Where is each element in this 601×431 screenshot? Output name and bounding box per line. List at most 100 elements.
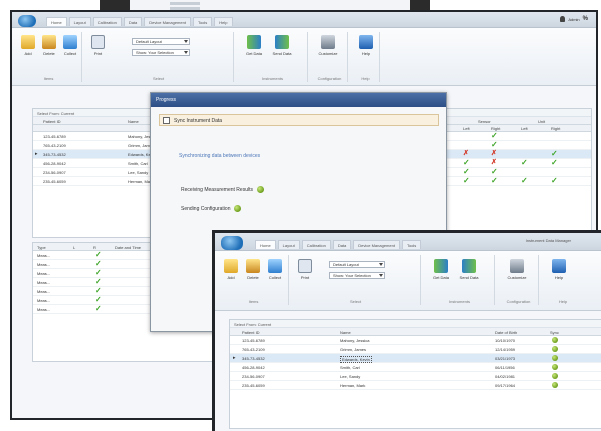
user-area[interactable]: Admin % <box>560 16 588 22</box>
tab-data[interactable]: Data <box>123 17 143 26</box>
tools-icon <box>510 259 524 273</box>
ribbon-group-items: Add Delete Collect Items <box>16 32 82 82</box>
sync-status-icon <box>552 355 558 361</box>
cell-patient-id: 234-56-0907 <box>43 170 66 175</box>
column-header-name[interactable]: Name <box>340 330 351 335</box>
grid-title: Select From: Current <box>230 320 601 328</box>
cell-name: Lee, Sandy <box>128 170 149 175</box>
get-data-button[interactable]: Get Data <box>244 35 264 56</box>
group-label-select: Select <box>152 76 165 81</box>
ribbon-group-instruments: Get Data Send Data Instruments <box>238 32 308 82</box>
help-button[interactable]: Help <box>549 259 569 280</box>
check-icon: ✓ <box>463 176 470 185</box>
customize-label: Customize <box>318 51 338 56</box>
send-data-button[interactable]: Send Data <box>459 259 479 280</box>
tab-tools[interactable]: Tools <box>401 240 422 249</box>
cross-icon: ✗ <box>491 150 497 157</box>
ribbon-group-help: Help Help <box>543 255 583 305</box>
add-button[interactable]: Add <box>18 35 38 56</box>
ribbon-group-select: Print Default Layout Show: Your Selectio… <box>291 255 421 305</box>
column-header-type[interactable]: Type <box>37 245 46 250</box>
show-dropdown[interactable]: Show: Your Selection <box>132 49 190 56</box>
tab-calibration[interactable]: Calibration <box>92 17 122 26</box>
tab-home[interactable]: Home <box>46 17 67 26</box>
step-label: Receiving Measurement Results <box>181 186 253 193</box>
cell-dob: 06/11/1956 <box>495 365 515 370</box>
send-data-button[interactable]: Send Data <box>272 35 292 56</box>
sync-status-icon <box>552 373 558 379</box>
sync-status-icon <box>552 364 558 370</box>
layout-dropdown-value: Default Layout <box>333 262 359 267</box>
column-header-sensor: Sensor <box>478 119 491 124</box>
dialog-step: Receiving Measurement Results <box>181 186 264 193</box>
front-window-body: Home Layout Calibration Data Device Manageme… <box>215 233 601 431</box>
column-header-date-time[interactable]: Date and Time <box>115 245 141 250</box>
tab-layout[interactable]: Layout <box>68 17 91 26</box>
cell-dob: 04/02/1981 <box>495 374 516 379</box>
table-row[interactable]: 123-45-6789 Mahony, Jessica 10/10/1970 <box>230 336 601 345</box>
column-header-patient-id[interactable]: Patient ID <box>242 330 260 335</box>
sync-status-icon <box>552 346 558 352</box>
get-data-button[interactable]: Get Data <box>431 259 451 280</box>
print-button[interactable]: Print <box>295 259 315 280</box>
delete-button[interactable]: Delete <box>39 35 59 56</box>
column-header-dob[interactable]: Date of Birth <box>495 330 517 335</box>
show-dropdown[interactable]: Show: Your Selection <box>329 272 385 279</box>
tab-help[interactable]: Help <box>214 17 233 26</box>
show-dropdown-value: Show: Your Selection <box>333 273 371 278</box>
tab-home[interactable]: Home <box>255 240 276 249</box>
table-row[interactable]: 235-45-6059 Herman, Mark 09/17/1964 <box>230 381 601 390</box>
collect-button[interactable]: Collect <box>60 35 80 56</box>
ribbon-group-configuration: Customize Configuration <box>312 32 348 82</box>
front-window: Home Layout Calibration Data Device Manageme… <box>212 230 601 431</box>
layout-dropdown[interactable]: Default Layout <box>329 261 385 268</box>
tab-device-management[interactable]: Device Management <box>353 240 400 249</box>
tab-tools[interactable]: Tools <box>192 17 213 26</box>
column-header-l[interactable]: L <box>73 245 75 250</box>
tab-device-management[interactable]: Device Management <box>144 17 191 26</box>
main-tabs: Home Layout Calibration Data Device Manageme… <box>46 17 233 26</box>
print-button[interactable]: Print <box>88 35 108 56</box>
app-orb-icon[interactable] <box>221 236 243 250</box>
table-row[interactable]: 456-28-9042 Smith, Carl 06/11/1956 <box>230 363 601 372</box>
table-row[interactable]: 765-43-2109 Grimm, James 12/14/1959 <box>230 345 601 354</box>
customize-button[interactable]: Customize <box>507 259 527 280</box>
sync-checkbox[interactable] <box>163 117 170 124</box>
help-button[interactable]: Help <box>356 35 376 56</box>
collect-button[interactable]: Collect <box>265 259 285 280</box>
add-icon <box>21 35 35 49</box>
column-header-patient-id[interactable]: Patient ID <box>43 119 61 124</box>
get-data-icon <box>434 259 448 273</box>
grid-header: Patient ID Name Date of Birth Sync <box>230 328 601 336</box>
column-header-sync[interactable]: Sync <box>550 330 559 335</box>
step-label: Sending Configuration <box>181 205 231 212</box>
cell-patient-id: 123-45-6789 <box>242 338 265 343</box>
cell-name: Smith, Carl <box>128 161 148 166</box>
tab-layout[interactable]: Layout <box>277 240 300 249</box>
sync-checkbox-row[interactable]: Sync Instrument Data <box>159 114 439 126</box>
user-label: Admin <box>568 16 580 22</box>
send-data-icon <box>275 35 289 49</box>
cell-name: Grimm, James <box>340 347 366 352</box>
chevron-down-icon <box>379 274 383 277</box>
tab-calibration[interactable]: Calibration <box>301 240 331 249</box>
customize-button[interactable]: Customize <box>318 35 338 56</box>
send-data-icon <box>462 259 476 273</box>
cell-name: Herman, Mark <box>340 383 366 388</box>
table-row[interactable]: 234-56-0907 Lee, Sandy 04/02/1981 <box>230 372 601 381</box>
table-row[interactable]: ▸ 345-73-4532 Edwards, Kevin 03/21/1973 <box>230 354 601 363</box>
cell-patient-id: 235-45-6059 <box>242 383 265 388</box>
app-orb-icon[interactable] <box>18 15 36 27</box>
add-button[interactable]: Add <box>221 259 241 280</box>
layout-dropdown[interactable]: Default Layout <box>132 38 190 45</box>
window-caption: Instrument Data Manager <box>525 238 571 243</box>
group-label-configuration: Configuration <box>317 76 342 81</box>
delete-button[interactable]: Delete <box>243 259 263 280</box>
column-header-name[interactable]: Name <box>128 119 139 124</box>
subheader-left: Left <box>463 126 470 131</box>
get-data-label: Get Data <box>432 275 449 280</box>
check-icon: ✓ <box>95 295 102 304</box>
tab-data[interactable]: Data <box>332 240 352 249</box>
check-icon: ✓ <box>491 176 498 185</box>
help-icon[interactable]: % <box>583 16 588 22</box>
